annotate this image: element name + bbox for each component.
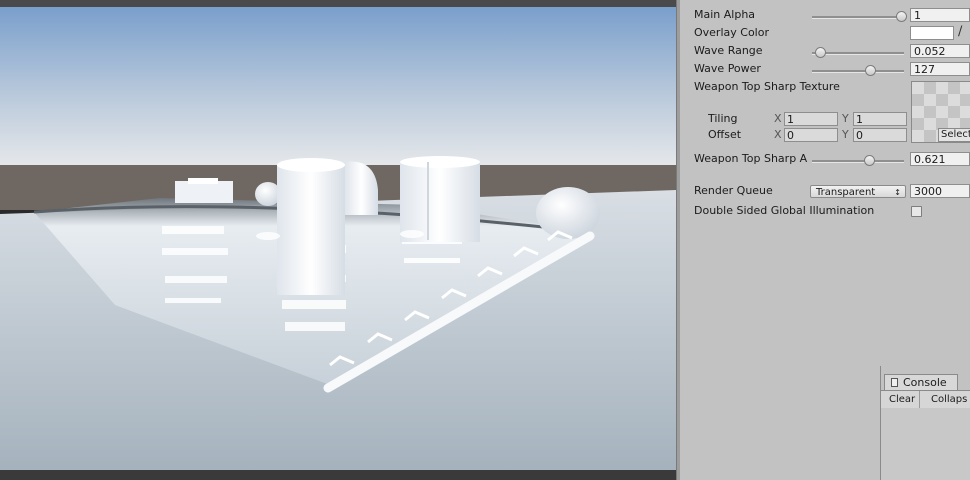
- console-log-area[interactable]: [881, 408, 970, 480]
- main-alpha-slider[interactable]: [812, 16, 904, 19]
- reflection-blob: [256, 232, 280, 240]
- offset-x-axis-label: X: [774, 128, 782, 141]
- clear-button[interactable]: Clear: [885, 391, 921, 408]
- console-toolbar: Clear Collaps: [881, 390, 970, 409]
- overlay-color-swatch[interactable]: [910, 26, 954, 40]
- bottom-bar: [0, 470, 676, 480]
- wave-power-slider[interactable]: [812, 70, 904, 73]
- double-sided-gi-label: Double Sided Global Illumination: [694, 204, 875, 217]
- render-queue-dropdown[interactable]: Transparent ↕: [810, 185, 906, 198]
- cube-top: [188, 178, 218, 184]
- double-sided-gi-checkbox[interactable]: [911, 206, 922, 217]
- texture-preview[interactable]: Select: [911, 81, 970, 143]
- console-icon: [891, 378, 898, 387]
- texture-select-button[interactable]: Select: [938, 128, 970, 142]
- reflection-blob: [400, 230, 424, 238]
- render-queue-option: Transparent: [816, 187, 876, 198]
- collapse-button[interactable]: Collaps: [927, 391, 970, 408]
- wave-power-slider-thumb[interactable]: [865, 65, 876, 76]
- main-alpha-label: Main Alpha: [694, 8, 756, 21]
- cylinder-right-top: [400, 156, 480, 168]
- sharp-alpha-label: Weapon Top Sharp A: [694, 152, 808, 165]
- offset-y-field[interactable]: 0: [853, 128, 907, 142]
- offset-x-field[interactable]: 0: [784, 128, 838, 142]
- tiling-label: Tiling: [708, 112, 738, 125]
- eyedropper-icon[interactable]: ∕: [958, 24, 962, 39]
- wave-range-field[interactable]: 0.052: [910, 44, 970, 58]
- wave-range-slider-thumb[interactable]: [815, 47, 826, 58]
- sharp-alpha-field[interactable]: 0.621: [910, 152, 970, 166]
- wave-power-label: Wave Power: [694, 62, 761, 75]
- console-tab-label: Console: [903, 376, 947, 389]
- cube-object[interactable]: [175, 181, 233, 203]
- render-queue-label: Render Queue: [694, 184, 773, 197]
- overlay-color-label: Overlay Color: [694, 26, 769, 39]
- wave-range-label: Wave Range: [694, 44, 763, 57]
- top-bar: [0, 0, 676, 7]
- render-queue-field[interactable]: 3000: [910, 184, 970, 198]
- sky: [0, 7, 676, 167]
- tiling-y-axis-label: Y: [842, 112, 849, 125]
- tiling-y-field[interactable]: 1: [853, 112, 907, 126]
- sharp-alpha-slider-thumb[interactable]: [864, 155, 875, 166]
- wave-power-field[interactable]: 127: [910, 62, 970, 76]
- scene-viewport[interactable]: [0, 0, 676, 480]
- offset-label: Offset: [708, 128, 742, 141]
- tiling-x-axis-label: X: [774, 112, 782, 125]
- texture-label: Weapon Top Sharp Texture: [694, 80, 840, 93]
- cylinder-front-top: [277, 158, 345, 172]
- sharp-alpha-slider[interactable]: [812, 160, 904, 163]
- sphere-large[interactable]: [536, 187, 600, 239]
- main-alpha-slider-thumb[interactable]: [896, 11, 907, 22]
- scene-view[interactable]: [0, 0, 676, 480]
- cylinder-front[interactable]: [277, 165, 345, 295]
- tiling-x-field[interactable]: 1: [784, 112, 838, 126]
- dropdown-arrow-icon: ↕: [894, 188, 901, 197]
- main-alpha-field[interactable]: 1: [910, 8, 970, 22]
- console-panel: Console Clear Collaps: [880, 366, 970, 480]
- tab-console[interactable]: Console: [884, 374, 958, 390]
- offset-y-axis-label: Y: [842, 128, 849, 141]
